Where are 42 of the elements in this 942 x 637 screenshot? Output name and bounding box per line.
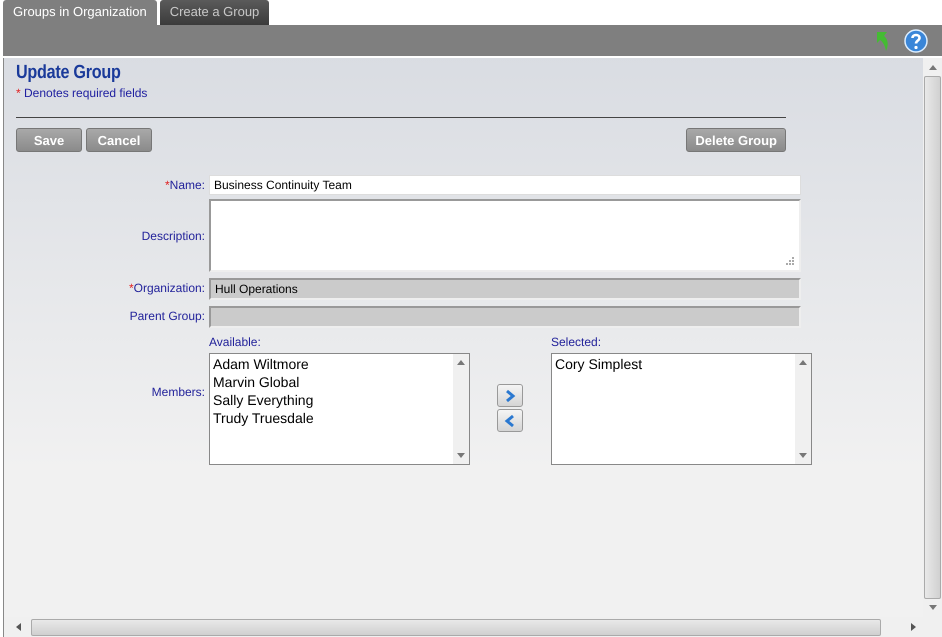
move-right-button[interactable] <box>497 384 523 407</box>
field-label: Parent Group: <box>130 309 205 323</box>
name-field[interactable]: Business Continuity Team <box>209 175 801 195</box>
scroll-right-icon[interactable] <box>911 623 916 631</box>
resize-grip-icon[interactable] <box>785 256 794 265</box>
required-note: Denotes required fields <box>24 86 148 100</box>
description-field[interactable] <box>209 199 801 272</box>
field-label: Members: <box>152 385 205 399</box>
required-mark: * <box>16 86 21 100</box>
list-label: Available: <box>209 335 262 349</box>
list-item[interactable]: Cory Simplest <box>555 355 792 373</box>
scroll-up-icon[interactable] <box>799 360 807 365</box>
scroll-up-icon[interactable] <box>928 65 936 70</box>
chevron-left-icon <box>504 414 516 428</box>
selected-list[interactable]: Cory Simplest <box>551 353 812 465</box>
move-left-button[interactable] <box>497 409 523 432</box>
horizontal-scrollbar[interactable] <box>3 617 942 637</box>
field-label: Description: <box>142 228 205 242</box>
readonly-field: Hull Operations <box>209 278 801 300</box>
field-label: Organization: <box>134 281 205 295</box>
available-list[interactable]: Adam Wiltmore Marvin Global Sally Everything Trudy Truesdale <box>209 353 470 465</box>
scroll-thumb[interactable] <box>924 76 941 599</box>
scroll-left-icon[interactable] <box>16 623 21 631</box>
scroll-thumb[interactable] <box>31 618 881 636</box>
list-item[interactable]: Adam Wiltmore <box>213 355 450 373</box>
scroll-down-icon[interactable] <box>457 453 465 458</box>
scroll-down-icon[interactable] <box>799 453 807 458</box>
scroll-down-icon[interactable] <box>928 605 936 610</box>
scroll-up-icon[interactable] <box>457 360 465 365</box>
vertical-scrollbar[interactable] <box>923 58 942 617</box>
required-mark: * <box>128 281 134 295</box>
field-label: Name: <box>170 178 205 192</box>
tab[interactable]: Create a Group <box>160 0 270 25</box>
list-label: Selected: <box>551 335 602 349</box>
tab[interactable]: Groups in Organization <box>3 0 157 25</box>
list-item[interactable]: Trudy Truesdale <box>213 409 450 427</box>
required-mark: * <box>164 178 170 192</box>
list-item[interactable]: Sally Everything <box>213 391 450 409</box>
page-title: Update Group <box>16 62 122 84</box>
chevron-right-icon <box>504 388 516 402</box>
list-item[interactable]: Marvin Global <box>213 373 450 391</box>
help-icon[interactable] <box>904 28 928 52</box>
